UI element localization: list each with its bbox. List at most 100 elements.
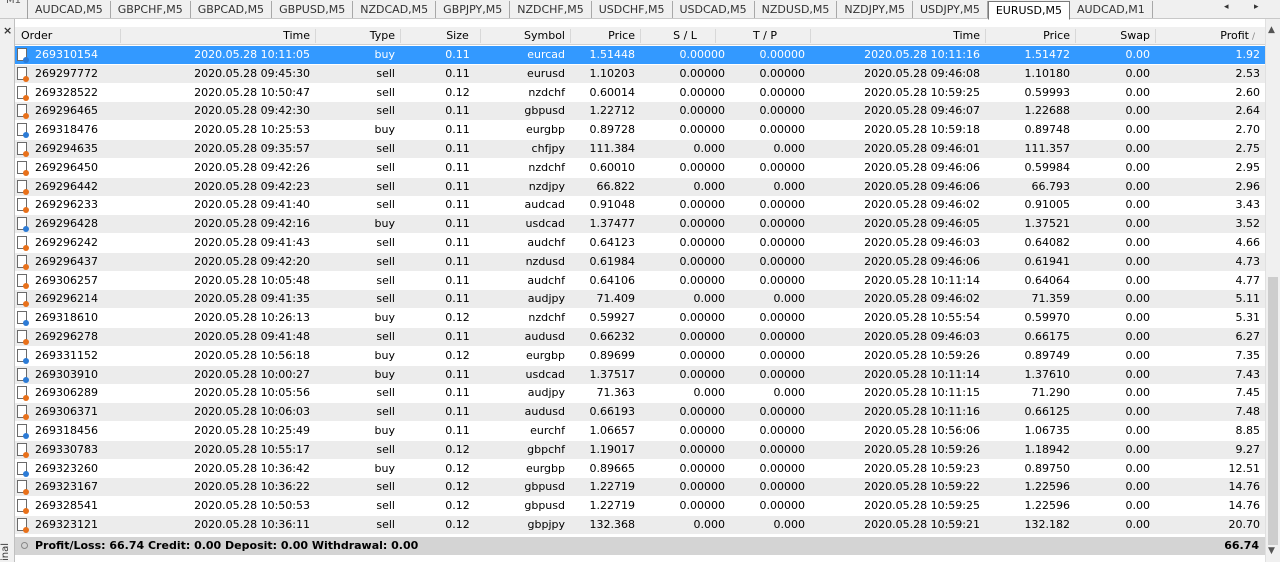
table-row[interactable]: 269296233 2020.05.28 09:41:40 sell 0.11 audc… <box>15 196 1265 214</box>
scrollbar-thumb[interactable] <box>1268 277 1278 545</box>
cell-swap: 0.00 <box>1125 123 1151 137</box>
tab-audcad-m5[interactable]: AUDCAD,M5 <box>28 1 111 18</box>
table-row[interactable]: 269297772 2020.05.28 09:45:30 sell 0.11 euru… <box>15 64 1265 83</box>
column-separator[interactable] <box>985 29 986 43</box>
close-icon[interactable]: × <box>3 24 12 37</box>
table-row[interactable]: 269328541 2020.05.28 10:50:53 sell 0.12 gbpu… <box>15 497 1265 515</box>
cell-type: buy <box>374 461 395 475</box>
table-row[interactable]: 269328522 2020.05.28 10:50:47 sell 0.12 nzdc… <box>15 84 1265 102</box>
table-row[interactable]: 269296465 2020.05.28 09:42:30 sell 0.11 gbpu… <box>15 102 1265 121</box>
table-row[interactable]: 269323260 2020.05.28 10:36:42 buy 0.12 eurgb… <box>15 460 1265 478</box>
tab-usdjpy-m5[interactable]: USDJPY,M5 <box>913 1 988 18</box>
cell-stop-loss: 0.00000 <box>679 160 726 174</box>
cell-stop-loss: 0.00000 <box>679 311 726 325</box>
cell-size: 0.11 <box>445 66 470 80</box>
table-row[interactable]: 269306257 2020.05.28 10:05:48 sell 0.11 audc… <box>15 272 1265 290</box>
tab-nzdusd-m5[interactable]: NZDUSD,M5 <box>755 1 838 18</box>
column-separator[interactable] <box>715 29 716 43</box>
table-row[interactable]: 269318476 2020.05.28 10:25:53 buy 0.11 eurgb… <box>15 121 1265 139</box>
tab-nzdcad-m5[interactable]: NZDCAD,M5 <box>353 1 437 18</box>
sell-order-icon <box>17 85 29 101</box>
column-header-take-profit[interactable]: T / P <box>735 27 795 45</box>
tab-usdchf-m5[interactable]: USDCHF,M5 <box>592 1 673 18</box>
table-row[interactable]: 269294635 2020.05.28 09:35:57 sell 0.11 chfj… <box>15 140 1265 158</box>
cell-close-time: 2020.05.28 09:46:02 <box>864 292 980 306</box>
table-row[interactable]: 269331152 2020.05.28 10:56:18 buy 0.12 eurgb… <box>15 347 1265 365</box>
cell-open-time: 2020.05.28 09:42:16 <box>194 217 310 231</box>
vertical-scrollbar[interactable]: ▲ ▼ <box>1265 19 1280 562</box>
cell-take-profit: 0.00000 <box>759 160 806 174</box>
table-row[interactable]: 269318610 2020.05.28 10:26:13 buy 0.12 nzdch… <box>15 309 1265 327</box>
cell-order: 269296428 <box>35 217 98 231</box>
column-separator[interactable] <box>810 29 811 43</box>
column-separator[interactable] <box>640 29 641 43</box>
table-row[interactable]: 269296437 2020.05.28 09:42:20 sell 0.11 nzdu… <box>15 252 1265 271</box>
column-header-symbol[interactable]: Symbol <box>485 27 565 45</box>
column-header-close-price[interactable]: Price <box>1015 27 1070 45</box>
table-row[interactable]: 269306371 2020.05.28 10:06:03 sell 0.11 audu… <box>15 403 1265 422</box>
table-row[interactable]: 269323121 2020.05.28 10:36:11 sell 0.12 gbpj… <box>15 516 1265 534</box>
tab-nzdchf-m5[interactable]: NZDCHF,M5 <box>510 1 592 18</box>
column-separator[interactable] <box>120 29 121 43</box>
column-header-label: Order <box>21 29 53 42</box>
sell-order-icon <box>17 442 29 458</box>
cell-open-price: 0.64123 <box>589 236 636 249</box>
arrow-left-icon[interactable]: ◂ <box>1224 2 1229 12</box>
table-row[interactable]: 269296214 2020.05.28 09:41:35 sell 0.11 audj… <box>15 290 1265 309</box>
table-row[interactable]: 269323167 2020.05.28 10:36:22 sell 0.12 gbpu… <box>15 478 1265 497</box>
cell-open-price: 1.06657 <box>589 424 636 437</box>
column-separator[interactable] <box>1155 29 1156 43</box>
column-separator[interactable] <box>400 29 401 43</box>
cell-type: sell <box>376 85 395 99</box>
table-row[interactable]: 269306289 2020.05.28 10:05:56 sell 0.11 audj… <box>15 384 1265 402</box>
column-header-open-price[interactable]: Price <box>575 27 635 45</box>
column-separator[interactable] <box>1075 29 1076 43</box>
column-header-open-time[interactable]: Time <box>165 27 310 45</box>
cell-open-time: 2020.05.28 09:42:23 <box>194 179 310 193</box>
table-row[interactable]: 269296428 2020.05.28 09:42:16 buy 0.11 usdca… <box>15 215 1265 234</box>
table-row[interactable]: 269296442 2020.05.28 09:42:23 sell 0.11 nzdj… <box>15 177 1265 196</box>
column-header-profit[interactable]: Profit / <box>1165 27 1255 45</box>
table-row[interactable]: 269296450 2020.05.28 09:42:26 sell 0.11 nzdc… <box>15 159 1265 177</box>
tab-m1-partial[interactable]: M1 <box>0 0 28 19</box>
tab-eurusd-m5[interactable]: EURUSD,M5 <box>987 1 1070 20</box>
column-separator[interactable] <box>570 29 571 43</box>
cell-profit: 2.95 <box>1235 160 1261 174</box>
tab-usdcad-m5[interactable]: USDCAD,M5 <box>673 1 755 18</box>
arrow-right-icon[interactable]: ▸ <box>1254 2 1259 12</box>
tab-audcad-m1[interactable]: AUDCAD,M1 <box>1070 1 1153 18</box>
cell-take-profit: 0.000 <box>773 518 806 531</box>
table-row[interactable]: 269310154 2020.05.28 10:11:05 buy 0.11 eurca… <box>15 46 1265 64</box>
column-header-order[interactable]: Order <box>21 27 101 45</box>
table-row[interactable]: 269303910 2020.05.28 10:00:27 buy 0.11 usdca… <box>15 365 1265 384</box>
column-header-stop-loss[interactable]: S / L <box>655 27 715 45</box>
tab-gbpcad-m5[interactable]: GBPCAD,M5 <box>191 1 273 18</box>
cell-type: buy <box>374 348 395 362</box>
scroll-up-icon[interactable]: ▲ <box>1268 25 1275 35</box>
cell-open-time: 2020.05.28 10:25:49 <box>194 424 310 437</box>
scroll-down-icon[interactable]: ▼ <box>1268 546 1275 556</box>
column-header-close-time[interactable]: Time <box>835 27 980 45</box>
sell-order-icon <box>17 518 29 533</box>
table-row[interactable]: 269330783 2020.05.28 10:55:17 sell 0.12 gbpc… <box>15 440 1265 459</box>
cell-open-time: 2020.05.28 10:25:53 <box>194 123 310 137</box>
column-header-type[interactable]: Type <box>345 27 395 45</box>
chart-tab-strip: M1 AUDCAD,M5 GBPCHF,M5 GBPCAD,M5 GBPUSD,M5 N… <box>0 0 1280 20</box>
column-header-swap[interactable]: Swap <box>1095 27 1150 45</box>
cell-open-time: 2020.05.28 09:45:30 <box>194 66 310 80</box>
cell-close-time: 2020.05.28 10:59:23 <box>864 461 980 475</box>
tab-gbpjpy-m5[interactable]: GBPJPY,M5 <box>436 1 511 18</box>
cell-open-price: 1.51448 <box>589 48 636 61</box>
cell-close-time: 2020.05.28 10:59:25 <box>864 499 980 513</box>
table-row[interactable]: 269296278 2020.05.28 09:41:48 sell 0.11 audu… <box>15 328 1265 346</box>
column-separator[interactable] <box>480 29 481 43</box>
column-separator[interactable] <box>315 29 316 43</box>
tab-gbpchf-m5[interactable]: GBPCHF,M5 <box>111 1 191 18</box>
column-header-size[interactable]: Size <box>435 27 480 45</box>
table-row[interactable]: 269296242 2020.05.28 09:41:43 sell 0.11 audc… <box>15 234 1265 252</box>
tab-nzdjpy-m5[interactable]: NZDJPY,M5 <box>837 1 913 18</box>
cell-symbol: gbpusd <box>524 499 565 513</box>
cell-profit: 14.76 <box>1228 499 1261 513</box>
table-row[interactable]: 269318456 2020.05.28 10:25:49 buy 0.11 eurch… <box>15 422 1265 440</box>
tab-gbpusd-m5[interactable]: GBPUSD,M5 <box>272 1 354 18</box>
